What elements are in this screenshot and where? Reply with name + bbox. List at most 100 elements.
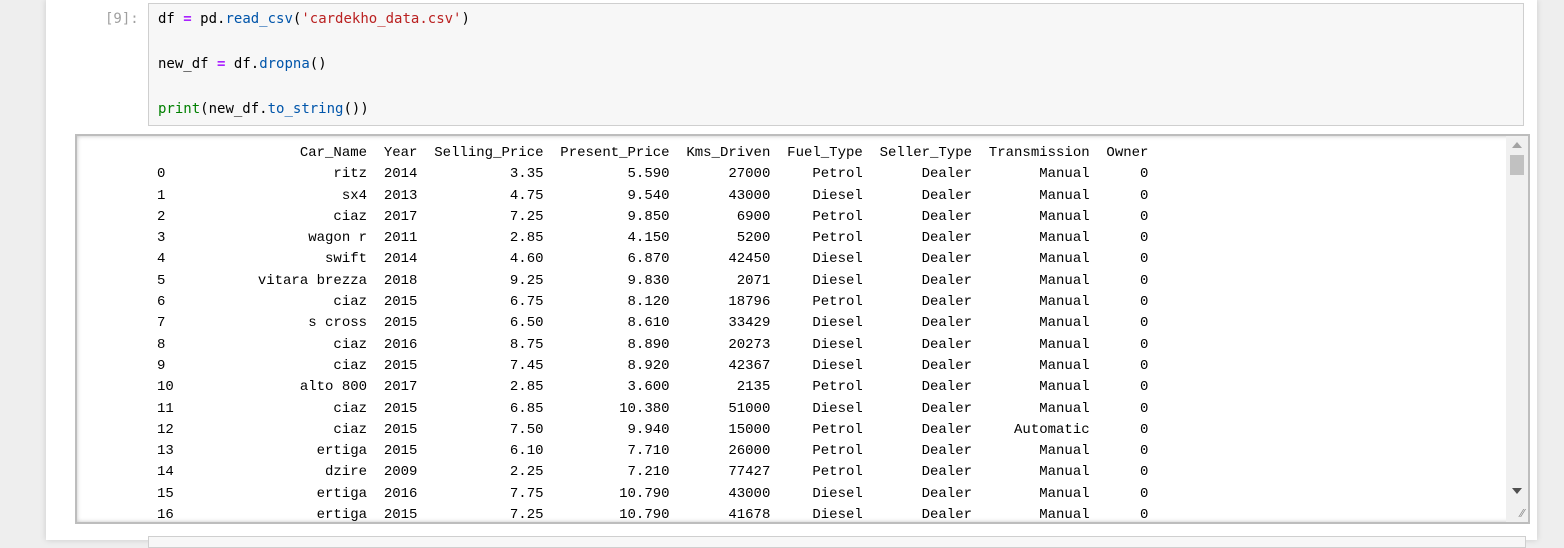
output-cell: Petrol bbox=[778, 294, 872, 311]
output-cell: 7.75 bbox=[425, 485, 552, 502]
output-cell: Petrol bbox=[778, 166, 872, 183]
output-cell: wagon r bbox=[190, 230, 376, 247]
output-cell: 1 bbox=[157, 187, 191, 204]
output-cell: 6.870 bbox=[551, 251, 678, 268]
output-cell: 18796 bbox=[677, 294, 779, 311]
output-cell: Diesel bbox=[778, 251, 872, 268]
output-cell: Fuel_Type bbox=[778, 145, 872, 161]
output-cell: Year bbox=[375, 145, 426, 161]
output-cell: 41678 bbox=[677, 507, 779, 524]
table-row: 8 ciaz 2016 8.75 8.890 20273 Diesel Deal… bbox=[157, 335, 1148, 356]
output-area[interactable]: Car_Name Year Selling_Price Present_Pric… bbox=[75, 134, 1530, 524]
output-cell: Dealer bbox=[871, 421, 981, 438]
output-cell: Diesel bbox=[778, 272, 872, 289]
output-cell: 9.830 bbox=[551, 272, 678, 289]
output-cell: Dealer bbox=[871, 507, 981, 524]
output-cell: 2015 bbox=[375, 507, 426, 524]
chevron-up-icon[interactable] bbox=[1512, 142, 1522, 148]
table-row: 14 dzire 2009 2.25 7.210 77427 Petrol De… bbox=[157, 462, 1148, 483]
output-cell: 16 bbox=[157, 507, 191, 524]
table-row: 11 ciaz 2015 6.85 10.380 51000 Diesel De… bbox=[157, 399, 1148, 420]
output-cell: ciaz bbox=[190, 421, 376, 438]
output-cell: dzire bbox=[190, 464, 376, 481]
chevron-down-icon[interactable] bbox=[1512, 488, 1522, 494]
output-cell: Manual bbox=[980, 208, 1099, 225]
output-cell: sx4 bbox=[190, 187, 376, 204]
output-cell: Dealer bbox=[871, 230, 981, 247]
scrollbar-thumb[interactable] bbox=[1510, 155, 1524, 175]
table-row: 4 swift 2014 4.60 6.870 42450 Diesel Dea… bbox=[157, 249, 1148, 270]
code-line-3[interactable]: print(new_df.to_string()) bbox=[158, 101, 369, 117]
output-cell: 2017 bbox=[375, 379, 426, 396]
code-token: print bbox=[158, 101, 201, 117]
output-cell: 0 bbox=[157, 166, 191, 183]
output-cell: 9.540 bbox=[551, 187, 678, 204]
output-cell: 13 bbox=[157, 443, 191, 460]
output-cell: Seller_Type bbox=[871, 145, 981, 161]
output-cell: ciaz bbox=[190, 208, 376, 225]
output-cell: 2013 bbox=[375, 187, 426, 204]
output-cell: 2017 bbox=[375, 208, 426, 225]
output-cell: 0 bbox=[1098, 187, 1149, 204]
output-cell: 6900 bbox=[677, 208, 779, 225]
output-cell: Dealer bbox=[871, 485, 981, 502]
output-cell: Dealer bbox=[871, 379, 981, 396]
output-cell: 7 bbox=[157, 315, 191, 332]
code-editor[interactable]: df = pd.read_csv('cardekho_data.csv') ne… bbox=[148, 3, 1524, 126]
output-cell: 7.210 bbox=[551, 464, 678, 481]
output-cell: Petrol bbox=[778, 421, 872, 438]
code-line-2[interactable]: new_df = df.dropna() bbox=[158, 56, 327, 72]
output-cell: 5200 bbox=[677, 230, 779, 247]
output-cell: 9.850 bbox=[551, 208, 678, 225]
output-cell: 12 bbox=[157, 421, 191, 438]
table-row: 0 ritz 2014 3.35 5.590 27000 Petrol Deal… bbox=[157, 164, 1148, 185]
output-cell: 10.790 bbox=[551, 507, 678, 524]
output-cell: 42367 bbox=[677, 357, 779, 374]
resize-handle-icon[interactable]: ⁄⁄ bbox=[1520, 507, 1524, 520]
table-row: 2 ciaz 2017 7.25 9.850 6900 Petrol Deale… bbox=[157, 207, 1148, 228]
output-cell: 10.380 bbox=[551, 400, 678, 417]
code-line-1[interactable]: df = pd.read_csv('cardekho_data.csv') bbox=[158, 11, 470, 27]
output-cell: 26000 bbox=[677, 443, 779, 460]
output-cell: 2015 bbox=[375, 315, 426, 332]
output-cell: Manual bbox=[980, 485, 1099, 502]
vertical-scrollbar[interactable] bbox=[1506, 136, 1528, 522]
output-cell: alto 800 bbox=[190, 379, 376, 396]
output-cell: 77427 bbox=[677, 464, 779, 481]
output-cell: 42450 bbox=[677, 251, 779, 268]
output-cell: 6.75 bbox=[425, 294, 552, 311]
output-cell: 3 bbox=[157, 230, 191, 247]
output-cell: 2015 bbox=[375, 400, 426, 417]
output-cell: Petrol bbox=[778, 464, 872, 481]
output-cell: 0 bbox=[1098, 379, 1149, 396]
output-cell: ciaz bbox=[190, 294, 376, 311]
output-cell: Manual bbox=[980, 443, 1099, 460]
next-code-cell[interactable] bbox=[148, 536, 1526, 548]
output-cell: 3.600 bbox=[551, 379, 678, 396]
output-cell: 10.790 bbox=[551, 485, 678, 502]
table-row: 9 ciaz 2015 7.45 8.920 42367 Diesel Deal… bbox=[157, 356, 1148, 377]
code-token: 'cardekho_data.csv' bbox=[301, 11, 462, 27]
output-cell: 2015 bbox=[375, 421, 426, 438]
output-cell: 0 bbox=[1098, 294, 1149, 311]
output-cell: Dealer bbox=[871, 357, 981, 374]
output-cell: 0 bbox=[1098, 251, 1149, 268]
output-cell: 0 bbox=[1098, 443, 1149, 460]
output-cell: 15 bbox=[157, 485, 191, 502]
code-token: = bbox=[183, 11, 192, 27]
output-cell: Manual bbox=[980, 166, 1099, 183]
output-cell: 7.25 bbox=[425, 507, 552, 524]
output-cell: 8.920 bbox=[551, 357, 678, 374]
output-cell: Dealer bbox=[871, 272, 981, 289]
output-cell: 2.85 bbox=[425, 379, 552, 396]
output-cell: 10 bbox=[157, 379, 191, 396]
output-cell: Dealer bbox=[871, 400, 981, 417]
output-cell: 43000 bbox=[677, 485, 779, 502]
output-cell: 4 bbox=[157, 251, 191, 268]
code-token: new_df bbox=[158, 56, 209, 72]
output-cell: Owner bbox=[1098, 145, 1149, 161]
code-token: ()) bbox=[343, 101, 369, 117]
output-cell: 0 bbox=[1098, 336, 1149, 353]
code-token: new_df bbox=[208, 101, 260, 117]
code-token: . bbox=[259, 101, 268, 117]
